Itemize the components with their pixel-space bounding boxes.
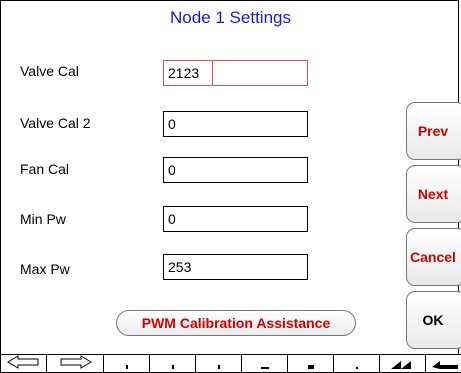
dot-icon[interactable] xyxy=(333,354,380,373)
cancel-button[interactable]: Cancel xyxy=(406,228,461,286)
bottom-toolbar xyxy=(0,354,461,373)
arrow-right-icon[interactable] xyxy=(46,354,104,373)
dot-icon[interactable] xyxy=(195,354,242,373)
ok-button[interactable]: OK xyxy=(406,291,461,349)
max-pw-field[interactable]: 253 xyxy=(163,254,308,280)
dot-icon[interactable] xyxy=(287,354,334,373)
max-pw-value: 253 xyxy=(168,259,192,275)
valve-cal-2-value: 0 xyxy=(168,116,176,132)
fan-cal-value: 0 xyxy=(168,162,176,178)
valve-cal-value: 2123 xyxy=(168,65,200,81)
valve-cal-2-label: Valve Cal 2 xyxy=(20,115,91,131)
pwm-calibration-button[interactable]: PWM Calibration Assistance xyxy=(116,310,356,336)
page-title: Node 1 Settings xyxy=(170,8,291,27)
next-button[interactable]: Next xyxy=(406,165,461,223)
max-pw-label: Max Pw xyxy=(20,261,70,277)
valve-cal-2-field[interactable]: 0 xyxy=(163,111,308,137)
fan-cal-field[interactable]: 0 xyxy=(163,157,308,183)
dot-icon[interactable] xyxy=(241,354,288,373)
min-pw-label: Min Pw xyxy=(20,211,66,227)
min-pw-value: 0 xyxy=(168,211,176,227)
valve-cal-field[interactable]: 2123 xyxy=(163,60,308,86)
valve-cal-label: Valve Cal xyxy=(20,63,79,79)
dot-icon[interactable] xyxy=(149,354,196,373)
double-left-icon[interactable] xyxy=(379,354,426,373)
min-pw-field[interactable]: 0 xyxy=(163,206,308,232)
prev-button[interactable]: Prev xyxy=(406,102,461,160)
text-caret xyxy=(212,61,213,85)
arrow-left-icon[interactable] xyxy=(0,354,47,373)
fan-cal-label: Fan Cal xyxy=(20,161,70,177)
back-icon[interactable] xyxy=(425,354,461,373)
dot-icon[interactable] xyxy=(103,354,150,373)
